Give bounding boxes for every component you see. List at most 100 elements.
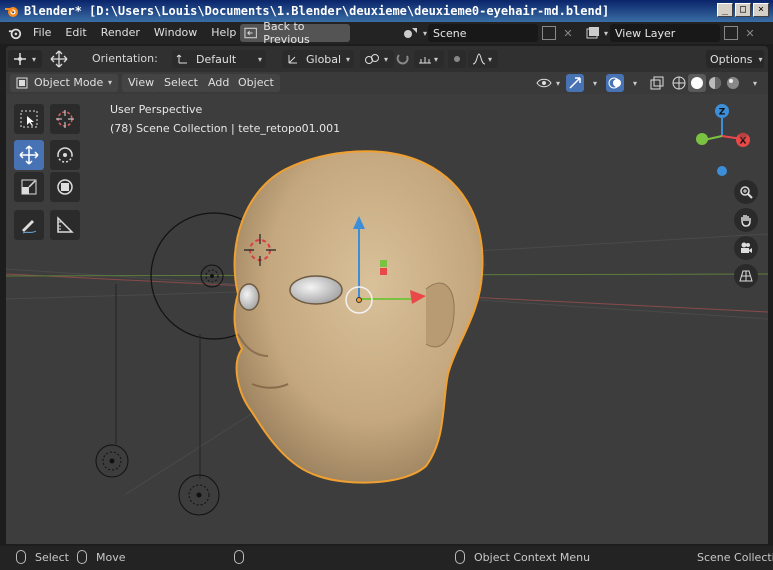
menu-window[interactable]: Window	[147, 22, 204, 44]
object-menu[interactable]: Object	[232, 74, 280, 92]
view-layer-selector[interactable]: ▾ View Layer ✕	[584, 24, 758, 42]
mouse-drag-icon	[77, 550, 87, 564]
view-menu[interactable]: View	[122, 74, 161, 92]
new-scene-icon[interactable]	[542, 26, 556, 40]
back-to-previous-label: Back to Previous	[263, 20, 310, 46]
orientation-label: Orientation:	[92, 52, 158, 65]
navigation-gizmo[interactable]: Z X	[696, 104, 750, 176]
mode-value: Object Mode	[34, 76, 104, 89]
3d-viewport[interactable]: Z X User Perspective (78) Scene Collecti…	[6, 94, 768, 544]
falloff-curve-icon	[472, 53, 486, 65]
mouse-right-icon	[455, 550, 465, 564]
light-icon-3	[178, 474, 220, 516]
rotate-tool[interactable]	[50, 140, 80, 170]
left-eye	[289, 275, 343, 305]
transform-tool-icon	[14, 53, 26, 65]
proportional-editing-icon[interactable]	[448, 50, 466, 68]
options-label: Options	[710, 52, 753, 66]
transform-orientation-dropdown[interactable]: Global ▾	[282, 50, 354, 68]
new-view-layer-icon[interactable]	[724, 26, 738, 40]
scene-name-field[interactable]: Scene	[428, 24, 538, 42]
measure-ruler-icon	[57, 216, 74, 233]
mouse-middle-icon	[234, 550, 244, 564]
tool-header: ▾ Orientation: Default ▾ Global ▾ ▾ ▾ ▾ …	[6, 46, 768, 72]
back-icon	[244, 27, 257, 39]
menu-edit[interactable]: Edit	[58, 22, 93, 44]
status-bar: Select Move Object Context Menu Scene Co…	[0, 546, 773, 570]
shading-material-icon[interactable]	[706, 74, 724, 92]
pivot-link-icon	[365, 54, 379, 64]
view-layer-icon[interactable]: ▾	[584, 25, 610, 41]
menu-render[interactable]: Render	[94, 22, 147, 44]
move-tool-icon	[19, 145, 39, 165]
cursor-tool[interactable]	[50, 104, 80, 134]
mouse-left-icon	[16, 550, 26, 564]
view-layer-name-field[interactable]: View Layer	[610, 24, 720, 42]
shading-solid-icon[interactable]	[688, 74, 706, 92]
light-icon-1	[200, 264, 224, 288]
scene-icon[interactable]: ▾	[402, 25, 428, 41]
minimize-button[interactable]: _	[717, 3, 733, 17]
blender-logo-icon	[5, 7, 18, 17]
shading-dropdown-icon[interactable]: ▾	[744, 74, 762, 92]
tool-settings-dropdown[interactable]: ▾	[8, 50, 42, 68]
shading-rendered-icon[interactable]	[724, 74, 742, 92]
visibility-eye-icon[interactable]: ▾	[534, 74, 562, 92]
shading-wireframe-icon[interactable]	[670, 74, 688, 92]
scale-tool-icon	[21, 179, 37, 195]
options-dropdown[interactable]: Options ▾	[706, 50, 764, 68]
pivot-point-dropdown[interactable]: ▾	[360, 50, 394, 68]
light-icon-2	[95, 444, 129, 478]
overlays-dropdown-icon[interactable]: ▾	[624, 74, 642, 92]
scene-selector[interactable]: ▾ Scene ✕	[402, 24, 576, 42]
maximize-button[interactable]: □	[735, 3, 751, 17]
orthographic-toggle-button[interactable]	[734, 264, 758, 288]
orientation-icon	[176, 54, 187, 64]
zoom-view-button[interactable]	[734, 180, 758, 204]
select-box-tool[interactable]	[14, 104, 44, 134]
collection-info-label: (78) Scene Collection | tete_retopo01.00…	[110, 122, 341, 135]
status-scene-collection-label: Scene Collectio	[697, 551, 773, 564]
annotate-tool[interactable]	[14, 210, 44, 240]
right-eye	[238, 283, 260, 311]
view-perspective-label: User Perspective	[110, 103, 203, 116]
xray-toggle-icon[interactable]	[648, 74, 666, 92]
viewport-scene: Z X	[6, 104, 768, 516]
gizmo-z-label: Z	[719, 108, 726, 118]
status-select-label: Select	[35, 551, 69, 564]
viewport-header: Object Mode ▾ View Select Add Object ▾ ▾…	[6, 72, 768, 94]
overlays-toggle-icon[interactable]	[606, 74, 624, 92]
window-title: Blender* [D:\Users\Louis\Documents\1.Ble…	[24, 4, 610, 18]
rotate-tool-icon	[57, 147, 73, 163]
pan-view-button[interactable]	[734, 208, 758, 232]
back-to-previous-button[interactable]: Back to Previous	[240, 20, 350, 46]
camera-view-button[interactable]	[734, 236, 758, 260]
scale-tool[interactable]	[14, 172, 44, 202]
snap-target-dropdown[interactable]: ▾	[414, 50, 444, 68]
move-gizmo-icon[interactable]	[50, 50, 68, 68]
menu-help[interactable]: Help	[204, 22, 243, 44]
select-menu[interactable]: Select	[158, 74, 204, 92]
snap-toggle-icon[interactable]	[394, 50, 412, 68]
gizmo-dropdown-icon[interactable]: ▾	[584, 74, 602, 92]
blender-menu-icon[interactable]	[4, 22, 26, 44]
close-button[interactable]: ×	[753, 3, 769, 17]
window-titlebar: Blender* [D:\Users\Louis\Documents\1.Ble…	[0, 0, 773, 22]
mode-dropdown[interactable]: Object Mode ▾	[10, 74, 118, 92]
select-box-icon	[20, 110, 38, 128]
orientation-value: Default	[196, 52, 237, 66]
status-context-menu-label: Object Context Menu	[474, 551, 591, 564]
transform-tool[interactable]	[50, 172, 80, 202]
hand-icon	[741, 215, 751, 227]
gizmo-toggle-icon[interactable]	[566, 74, 584, 92]
zoom-magnifier-icon	[740, 186, 753, 199]
menu-file[interactable]: File	[26, 22, 58, 44]
camera-icon	[741, 242, 752, 253]
move-tool[interactable]	[14, 140, 44, 170]
remove-view-layer-icon[interactable]: ✕	[742, 25, 758, 41]
proportional-falloff-dropdown[interactable]: ▾	[468, 50, 498, 68]
orientation-dropdown[interactable]: Default ▾	[172, 50, 266, 68]
add-menu[interactable]: Add	[202, 74, 236, 92]
remove-scene-icon[interactable]: ✕	[560, 25, 576, 41]
measure-tool[interactable]	[50, 210, 80, 240]
